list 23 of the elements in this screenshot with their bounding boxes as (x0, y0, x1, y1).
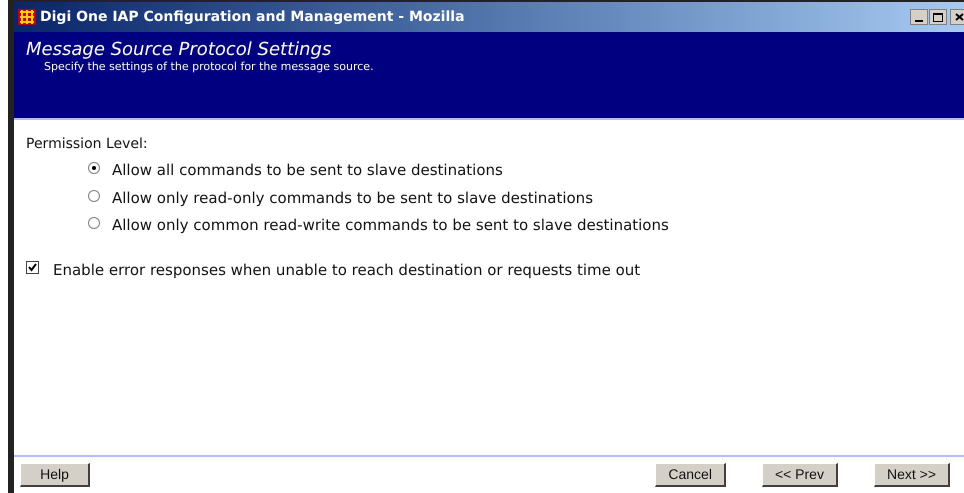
close-icon (954, 13, 964, 21)
window-title: Digi One IAP Configuration and Management - Mozilla (40, 8, 466, 26)
maximize-icon (933, 12, 943, 22)
checkbox[interactable] (26, 261, 39, 274)
field-label: Permission Level: (26, 135, 148, 154)
option-label: Allow only read-only commands to be sent to slave destinations (112, 188, 594, 208)
radio-button[interactable] (88, 190, 100, 202)
minimize-button[interactable] (910, 9, 928, 25)
option-label: Allow only common read-write commands to be sent to slave destinations (112, 215, 669, 236)
dialog-button[interactable]: Cancel (655, 463, 726, 487)
dialog-button[interactable]: Next >> (874, 463, 950, 487)
page-description: Specify the settings of the protocol for the message source. (43, 60, 374, 74)
checkbox-label: Enable error responses when unable to reach destination or requests time out (53, 260, 640, 280)
minimize-icon (915, 20, 923, 22)
app-icon (18, 9, 36, 25)
option-label: Allow all commands to be sent to slave destinations (112, 160, 503, 181)
dialog-button[interactable]: Help (20, 463, 90, 487)
dialog-button[interactable]: << Prev (762, 463, 838, 487)
radio-button[interactable] (88, 217, 100, 230)
radio-button[interactable] (88, 162, 100, 174)
close-button[interactable] (950, 9, 964, 25)
page-heading: Message Source Protocol Settings (26, 40, 332, 60)
maximize-button[interactable] (929, 9, 947, 25)
